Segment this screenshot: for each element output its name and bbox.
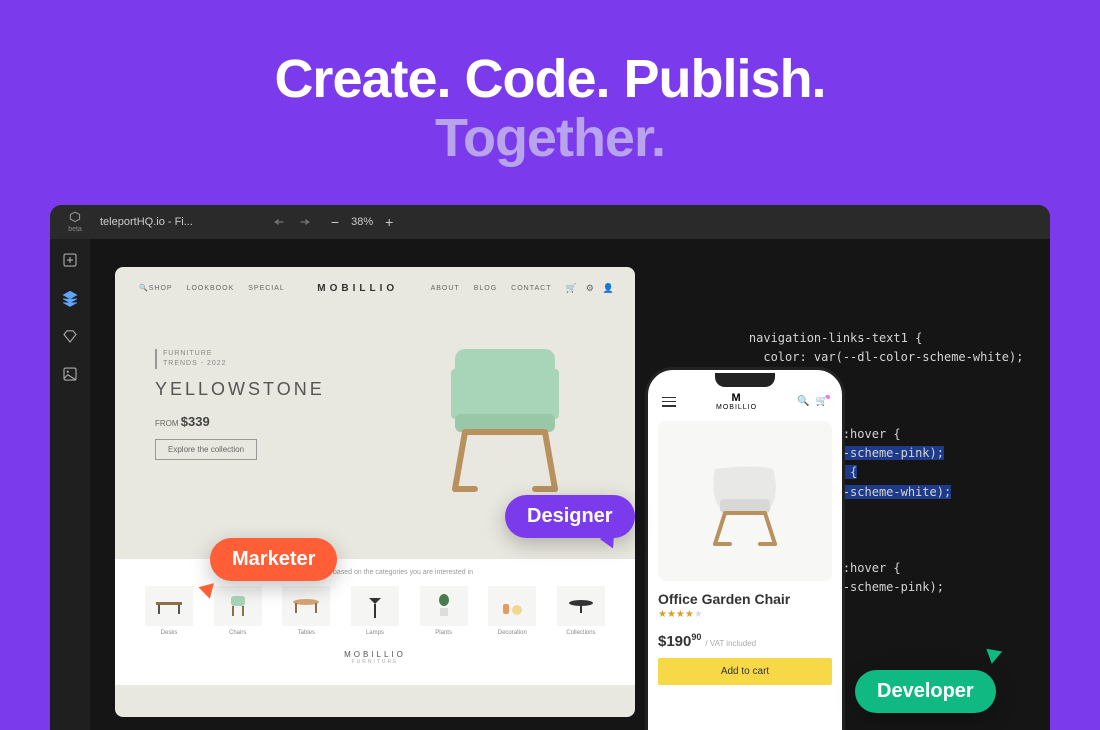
nav-lookbook[interactable]: LOOKBOOK [187,285,235,292]
nav-special[interactable]: SPECIAL [248,285,285,292]
image-button[interactable] [59,363,81,385]
vat-label: / VAT included [705,639,756,648]
developer-badge: Developer [855,670,996,713]
footer-sub: FURNITURE [145,659,605,665]
hero-line1: Create. Code. Publish. [0,50,1100,109]
cat-decoration[interactable]: Decoration [488,586,536,636]
explore-button[interactable]: Explore the collection [155,439,257,460]
left-sidebar [50,239,90,730]
mobile-header: M MOBILLIO 🔍 🛒 [658,392,832,411]
app-logo: beta [60,211,90,233]
layers-button[interactable] [59,287,81,309]
search-icon[interactable]: 🔍 [139,284,149,292]
footer-logo: MOBILLIO [145,650,605,659]
history-controls [273,215,311,229]
desktop-header-icons: 🛒 ⚙ 👤 [565,283,615,294]
cat-desks[interactable]: Desks [145,586,193,636]
app-topbar: beta teleportHQ.io - Fi... − 38% + [50,205,1050,239]
zoom-controls: − 38% + [331,214,393,230]
tab-title[interactable]: teleportHQ.io - Fi... [100,216,193,228]
gear-icon[interactable]: ⚙ [586,283,595,294]
phone-notch [715,373,775,387]
cart-icon[interactable]: 🛒 [565,283,577,294]
hero-line2: Together. [0,109,1100,168]
redo-icon[interactable] [297,215,311,229]
beta-label: beta [68,226,82,233]
add-button[interactable] [59,249,81,271]
canvas-area[interactable]: 🔍 SHOP LOOKBOOK SPECIAL MOBILLIO ABOUT B… [90,239,1050,730]
cart-icon[interactable]: 🛒 [816,396,828,407]
desktop-logo[interactable]: MOBILLIO [285,283,431,294]
undo-icon[interactable] [273,215,287,229]
zoom-in-button[interactable]: + [385,214,393,230]
nav-blog[interactable]: BLOG [474,285,497,292]
designer-badge: Designer [505,495,635,538]
nav-about[interactable]: ABOUT [431,285,460,292]
developer-cursor-icon [984,649,1002,666]
mobile-header-icons: 🔍 🛒 [797,396,828,407]
cat-lamps[interactable]: Lamps [351,586,399,636]
burger-icon[interactable] [662,397,676,407]
product-chair-image [685,439,805,564]
nav-shop[interactable]: SHOP [149,285,173,292]
add-to-cart-button[interactable]: Add to cart [658,658,832,685]
desktop-nav-left: SHOP LOOKBOOK SPECIAL [149,285,285,292]
hero-title: Create. Code. Publish. Together. [0,0,1100,169]
desktop-categories: Start by browsing based on the categorie… [115,559,635,685]
cube-icon [68,211,82,225]
hero-chair-image [415,319,615,509]
zoom-level: 38% [351,216,373,228]
product-image-card [658,421,832,581]
app-window: beta teleportHQ.io - Fi... − 38% + 🔍 SHO… [50,205,1050,730]
user-icon[interactable]: 👤 [603,283,615,294]
desktop-header: 🔍 SHOP LOOKBOOK SPECIAL MOBILLIO ABOUT B… [115,267,635,309]
product-price: $19090 [658,632,701,650]
cat-collections[interactable]: Collections [557,586,605,636]
search-icon[interactable]: 🔍 [797,396,809,407]
mobile-logo[interactable]: M MOBILLIO [716,392,757,411]
desktop-nav-right: ABOUT BLOG CONTACT [431,285,552,292]
zoom-out-button[interactable]: − [331,214,339,230]
cat-chairs[interactable]: Chairs [214,586,262,636]
assets-button[interactable] [59,325,81,347]
mobile-preview[interactable]: M MOBILLIO 🔍 🛒 Office Garden Chair ★★★★★… [645,367,845,730]
cat-tables[interactable]: Tables [282,586,330,636]
product-price-row: $19090 / VAT included [658,632,832,650]
cat-plants[interactable]: Plants [420,586,468,636]
code-line: color: var(--dl-color-scheme-white); [720,348,1050,367]
nav-contact[interactable]: CONTACT [511,285,551,292]
desktop-preview[interactable]: 🔍 SHOP LOOKBOOK SPECIAL MOBILLIO ABOUT B… [115,267,635,717]
marketer-badge: Marketer [210,538,337,581]
product-title: Office Garden Chair [658,591,832,607]
product-rating: ★★★★★ [658,609,832,620]
code-line: navigation-links-text1 { [720,329,1050,348]
